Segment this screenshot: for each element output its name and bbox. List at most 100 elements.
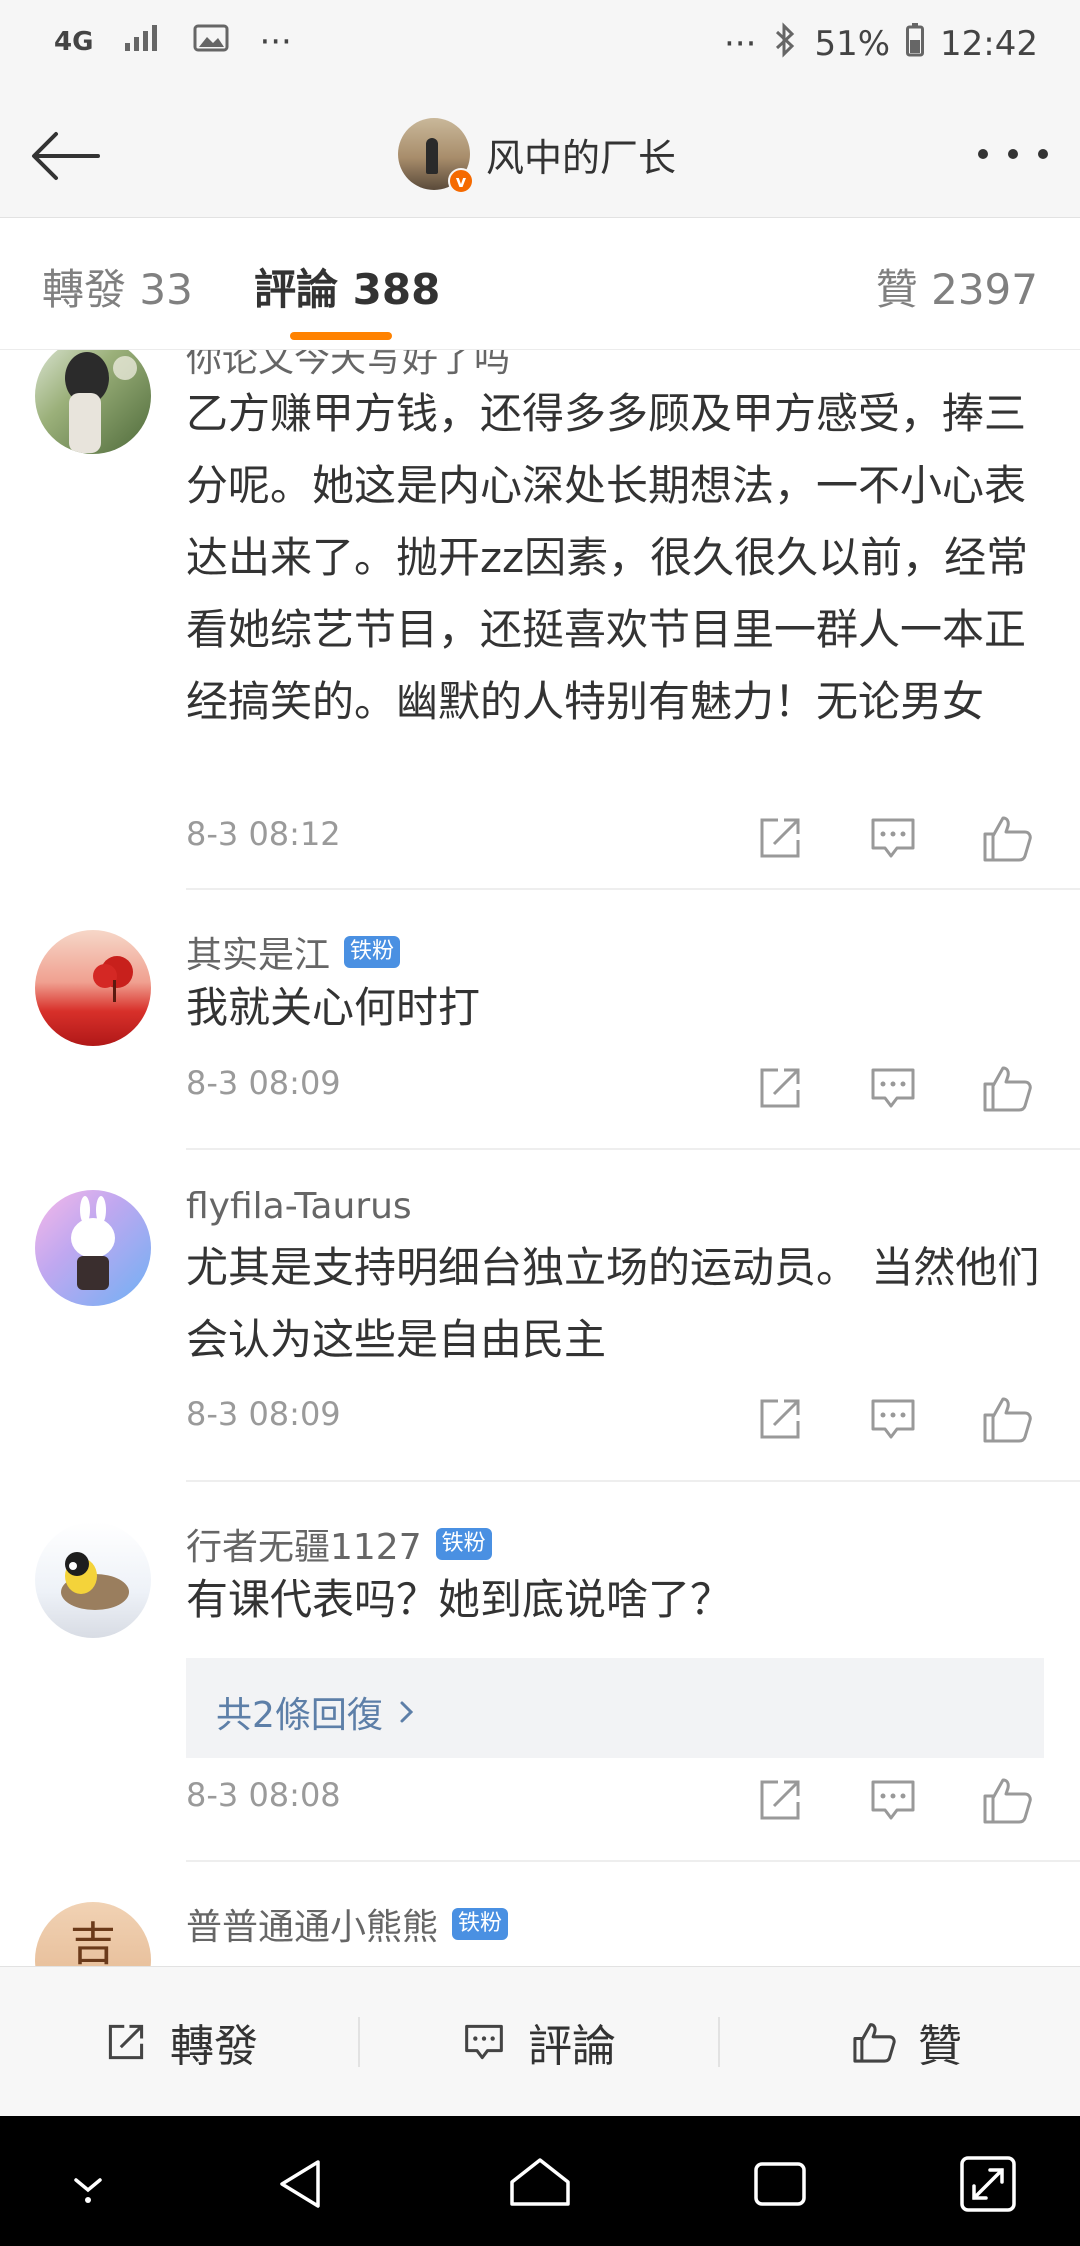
share-icon: [760, 818, 800, 858]
comment-item: flyfila-Taurus 尤其是支持明细台独立场的运动员。 当然他们会认为这…: [0, 1150, 1080, 1482]
thumbs-up-icon: [983, 816, 1032, 862]
chevron-down-icon: [74, 2178, 102, 2203]
comment-item: 其实是江 铁粉 我就关心何时打 8-3 08:09: [0, 890, 1080, 1150]
comment-actions: [750, 808, 1050, 868]
profile-header[interactable]: v 风中的厂长: [398, 116, 676, 194]
share-button[interactable]: [750, 1058, 810, 1118]
fan-badge: 铁粉: [452, 1908, 509, 1940]
system-navigation-bar: [0, 2116, 1080, 2246]
avatar[interactable]: [35, 930, 151, 1046]
fullscreen-nav-button[interactable]: [948, 2144, 1028, 2224]
more-options-button[interactable]: [978, 126, 1048, 182]
more-notifications: ···: [259, 22, 292, 62]
comment-button[interactable]: 評論: [458, 2011, 616, 2073]
avatar[interactable]: [35, 1522, 151, 1638]
username-text: 行者无疆1127: [186, 1527, 422, 1568]
thumbs-up-icon: [983, 1066, 1032, 1112]
comment-list[interactable]: 你论文今天写好了吗 乙方赚甲方钱，还得多多顾及甲方感受，捧三分呢。她这是内心深处…: [0, 350, 1080, 1966]
signal-icon: [123, 23, 163, 61]
back-button[interactable]: [26, 116, 106, 196]
timestamp: 8-3 08:09: [186, 1064, 341, 1102]
avatar[interactable]: 吉: [35, 1902, 151, 1966]
comment-actions: [750, 1058, 1050, 1118]
comment-text: 尤其是支持明细台独立场的运动员。 当然他们会认为这些是自由民主: [186, 1243, 1040, 1364]
replies-preview[interactable]: 共2條回復: [186, 1658, 1044, 1758]
more-status: ···: [724, 24, 757, 64]
view-replies-link[interactable]: 共2條回復: [216, 1686, 417, 1738]
hide-keyboard-button[interactable]: [48, 2144, 128, 2224]
thumbs-up-icon: [983, 1778, 1032, 1824]
home-nav-button[interactable]: [500, 2144, 580, 2224]
comment-text: 有课代表吗？她到底说啥了？: [186, 1575, 733, 1624]
network-type: 4G: [54, 27, 94, 57]
like-button[interactable]: [977, 1770, 1037, 1830]
share-button[interactable]: [750, 808, 810, 868]
username[interactable]: flyfila-Taurus: [186, 1186, 412, 1227]
timestamp: 8-3 08:12: [186, 815, 341, 853]
svg-text:吉: 吉: [70, 1917, 116, 1966]
share-button[interactable]: [750, 1389, 810, 1449]
tab-repost[interactable]: 轉發 33: [42, 256, 193, 317]
comment-text: 乙方赚甲方钱，还得多多顾及甲方感受，捧三分呢。她这是内心深处长期想法，一不小心表…: [186, 389, 1029, 726]
reply-button[interactable]: [863, 808, 923, 868]
tab-like[interactable]: 贊 2397: [876, 256, 1038, 317]
avatar-image: [61, 1552, 129, 1610]
fan-badge: 铁粉: [435, 1528, 492, 1560]
reply-button[interactable]: [863, 1770, 923, 1830]
comment-actions: [750, 1770, 1050, 1830]
repost-label: 轉發: [170, 2021, 258, 2072]
back-nav-button[interactable]: [260, 2144, 340, 2224]
comment-icon: [465, 2024, 503, 2060]
recents-nav-button[interactable]: [740, 2144, 820, 2224]
battery-percent: 51%: [814, 24, 891, 64]
avatar[interactable]: [35, 350, 151, 454]
reply-button[interactable]: [863, 1389, 923, 1449]
comment-icon: [871, 1068, 915, 1108]
reply-button[interactable]: [863, 1058, 923, 1118]
share-button[interactable]: [750, 1770, 810, 1830]
battery-icon: [906, 23, 925, 65]
comment-item: 吉 普普通通小熊熊 铁粉: [0, 1862, 1080, 1966]
like-button[interactable]: 贊: [848, 2011, 962, 2073]
active-tab-indicator: [290, 332, 392, 340]
like-label: 贊: [918, 2021, 962, 2072]
tab-bar: 轉發 33 評論 388 贊 2397: [0, 218, 1080, 350]
verified-badge: v: [448, 168, 474, 194]
like-button[interactable]: [977, 808, 1037, 868]
avatar[interactable]: v: [398, 118, 474, 194]
avatar-image: 吉: [70, 1917, 116, 1966]
comment-label: 評論: [528, 2021, 616, 2072]
like-button[interactable]: [977, 1058, 1037, 1118]
avatar-figure: [426, 138, 438, 174]
avatar[interactable]: [35, 1190, 151, 1306]
share-icon: [760, 1068, 800, 1108]
top-navigation-bar: v 风中的厂长: [0, 90, 1080, 218]
bottom-action-bar: 轉發 評論 贊: [0, 1966, 1080, 2116]
tab-comment[interactable]: 評論 388: [254, 256, 440, 317]
bluetooth-icon: [772, 22, 798, 66]
comment-item: 行者无疆1127 铁粉 有课代表吗？她到底说啥了？ 共2條回復 8-3 08:0…: [0, 1482, 1080, 1862]
comment-item: 你论文今天写好了吗 乙方赚甲方钱，还得多多顾及甲方感受，捧三分呢。她这是内心深处…: [0, 350, 1080, 890]
comment-icon: [871, 1399, 915, 1439]
dot-icon: [1008, 149, 1018, 159]
comment-text: 我就关心何时打: [186, 983, 481, 1032]
share-icon: [760, 1399, 800, 1439]
divider: [358, 2017, 360, 2067]
like-button[interactable]: [977, 1389, 1037, 1449]
chevron-right-icon: [400, 1701, 414, 1723]
back-triangle-icon: [280, 2160, 320, 2208]
username[interactable]: 其实是江 铁粉: [186, 926, 401, 978]
repost-button[interactable]: 轉發: [100, 2011, 258, 2073]
thumbs-up-icon: [983, 1397, 1032, 1443]
avatar-image: [71, 1196, 115, 1290]
comment-icon: [871, 1780, 915, 1820]
image-notification-icon: [193, 23, 229, 61]
avatar-image: [93, 956, 133, 1002]
username[interactable]: 普普通通小熊熊 铁粉: [186, 1898, 509, 1950]
username[interactable]: 行者无疆1127 铁粉: [186, 1518, 492, 1570]
share-icon: [760, 1780, 800, 1820]
clock: 12:42: [940, 24, 1038, 64]
dot-icon: [978, 149, 988, 159]
dot-icon: [1038, 149, 1048, 159]
share-icon: [108, 2024, 144, 2060]
